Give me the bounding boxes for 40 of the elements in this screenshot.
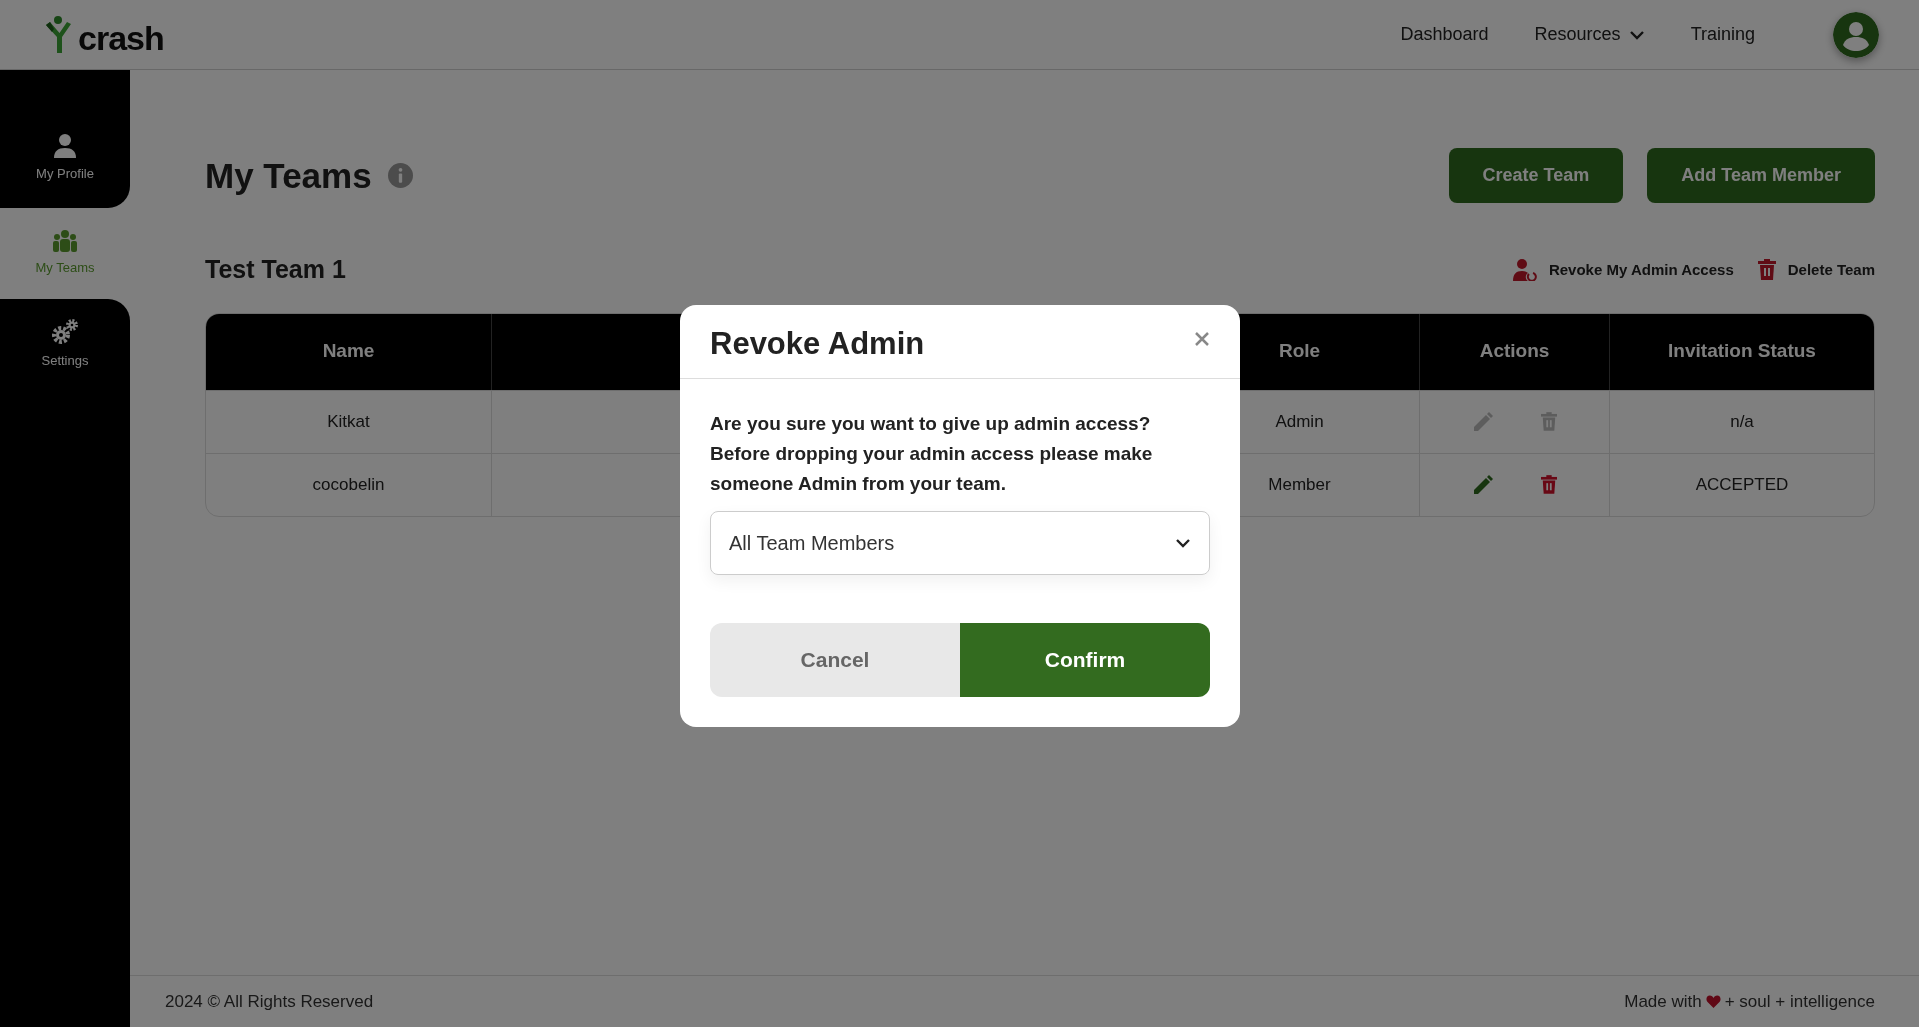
dialog-message: Are you sure you want to give up admin access? Before dropping your admin access please make someone Admin from your team. [710, 412, 1154, 497]
dropdown-link[interactable]: Resources [1534, 21, 1645, 48]
group-icon [52, 229, 78, 252]
confirm-button[interactable]: Confirm [960, 623, 1210, 698]
table-cell: n/a [1610, 389, 1874, 453]
table-cell: Kitkat [206, 389, 492, 453]
revoke-access-link[interactable]: Revoke My Admin Access [1512, 258, 1734, 281]
cancel-button[interactable]: Cancel [710, 623, 960, 698]
dialog-title: Revoke Admin [710, 325, 925, 363]
team-name: Test Team 1 [205, 254, 346, 285]
user-icon [54, 133, 76, 158]
table-cell: cocobelin [206, 452, 492, 516]
member-select[interactable]: All Team Members [710, 511, 1210, 576]
column-header: Name [206, 313, 492, 390]
nav-link[interactable]: Dashboard [1400, 21, 1489, 48]
action-button[interactable]: Create Team [1448, 148, 1624, 203]
sidebar-item[interactable]: Settings [0, 299, 130, 1027]
avatar-icon[interactable] [1833, 11, 1879, 58]
user-icon [1512, 258, 1537, 281]
edit-icon[interactable] [1472, 474, 1493, 495]
copyright-text: 2024 © All Rights Reserved [165, 990, 374, 1013]
gears-icon [51, 319, 79, 345]
action-button[interactable]: Add Team Member [1647, 148, 1875, 203]
sidebar-item[interactable]: My Profile [0, 70, 130, 208]
logo-text: crash [78, 20, 164, 55]
nav-link[interactable]: Training [1690, 21, 1755, 48]
info-icon[interactable] [387, 163, 413, 188]
delete-team-link[interactable]: Delete Team [1757, 258, 1875, 281]
trash-icon[interactable] [1540, 475, 1557, 494]
column-header: Invitation Status [1610, 313, 1874, 390]
credit-text: + soul + intelligence [1724, 990, 1875, 1013]
heart-icon [1705, 995, 1721, 1008]
page-title: My Teams [205, 154, 372, 197]
column-header: Actions [1420, 313, 1610, 390]
table-cell: ACCEPTED [1610, 452, 1874, 516]
trash-icon [1757, 259, 1776, 281]
caret-icon [1628, 29, 1645, 40]
logo-icon [44, 14, 74, 55]
caret-icon [1175, 538, 1191, 549]
credit-text: Made with [1624, 990, 1702, 1013]
